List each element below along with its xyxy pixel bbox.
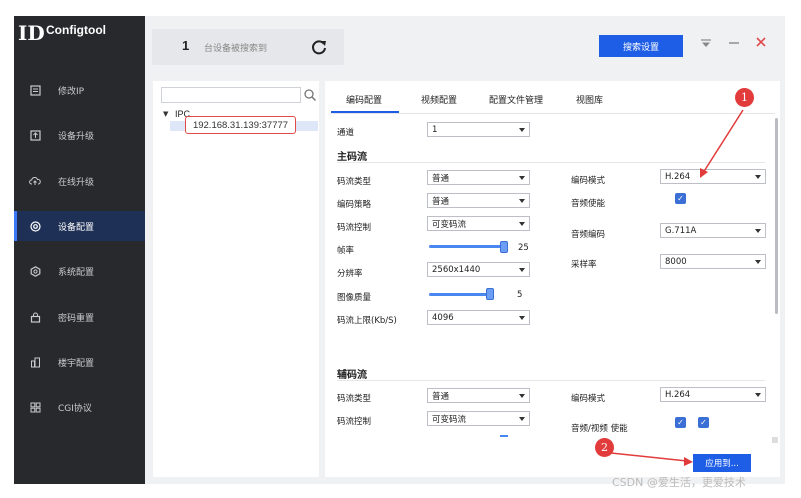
annotation-arrows — [610, 109, 744, 466]
watermark-text: CSDN @爱生活，更爱技术 — [612, 476, 746, 489]
